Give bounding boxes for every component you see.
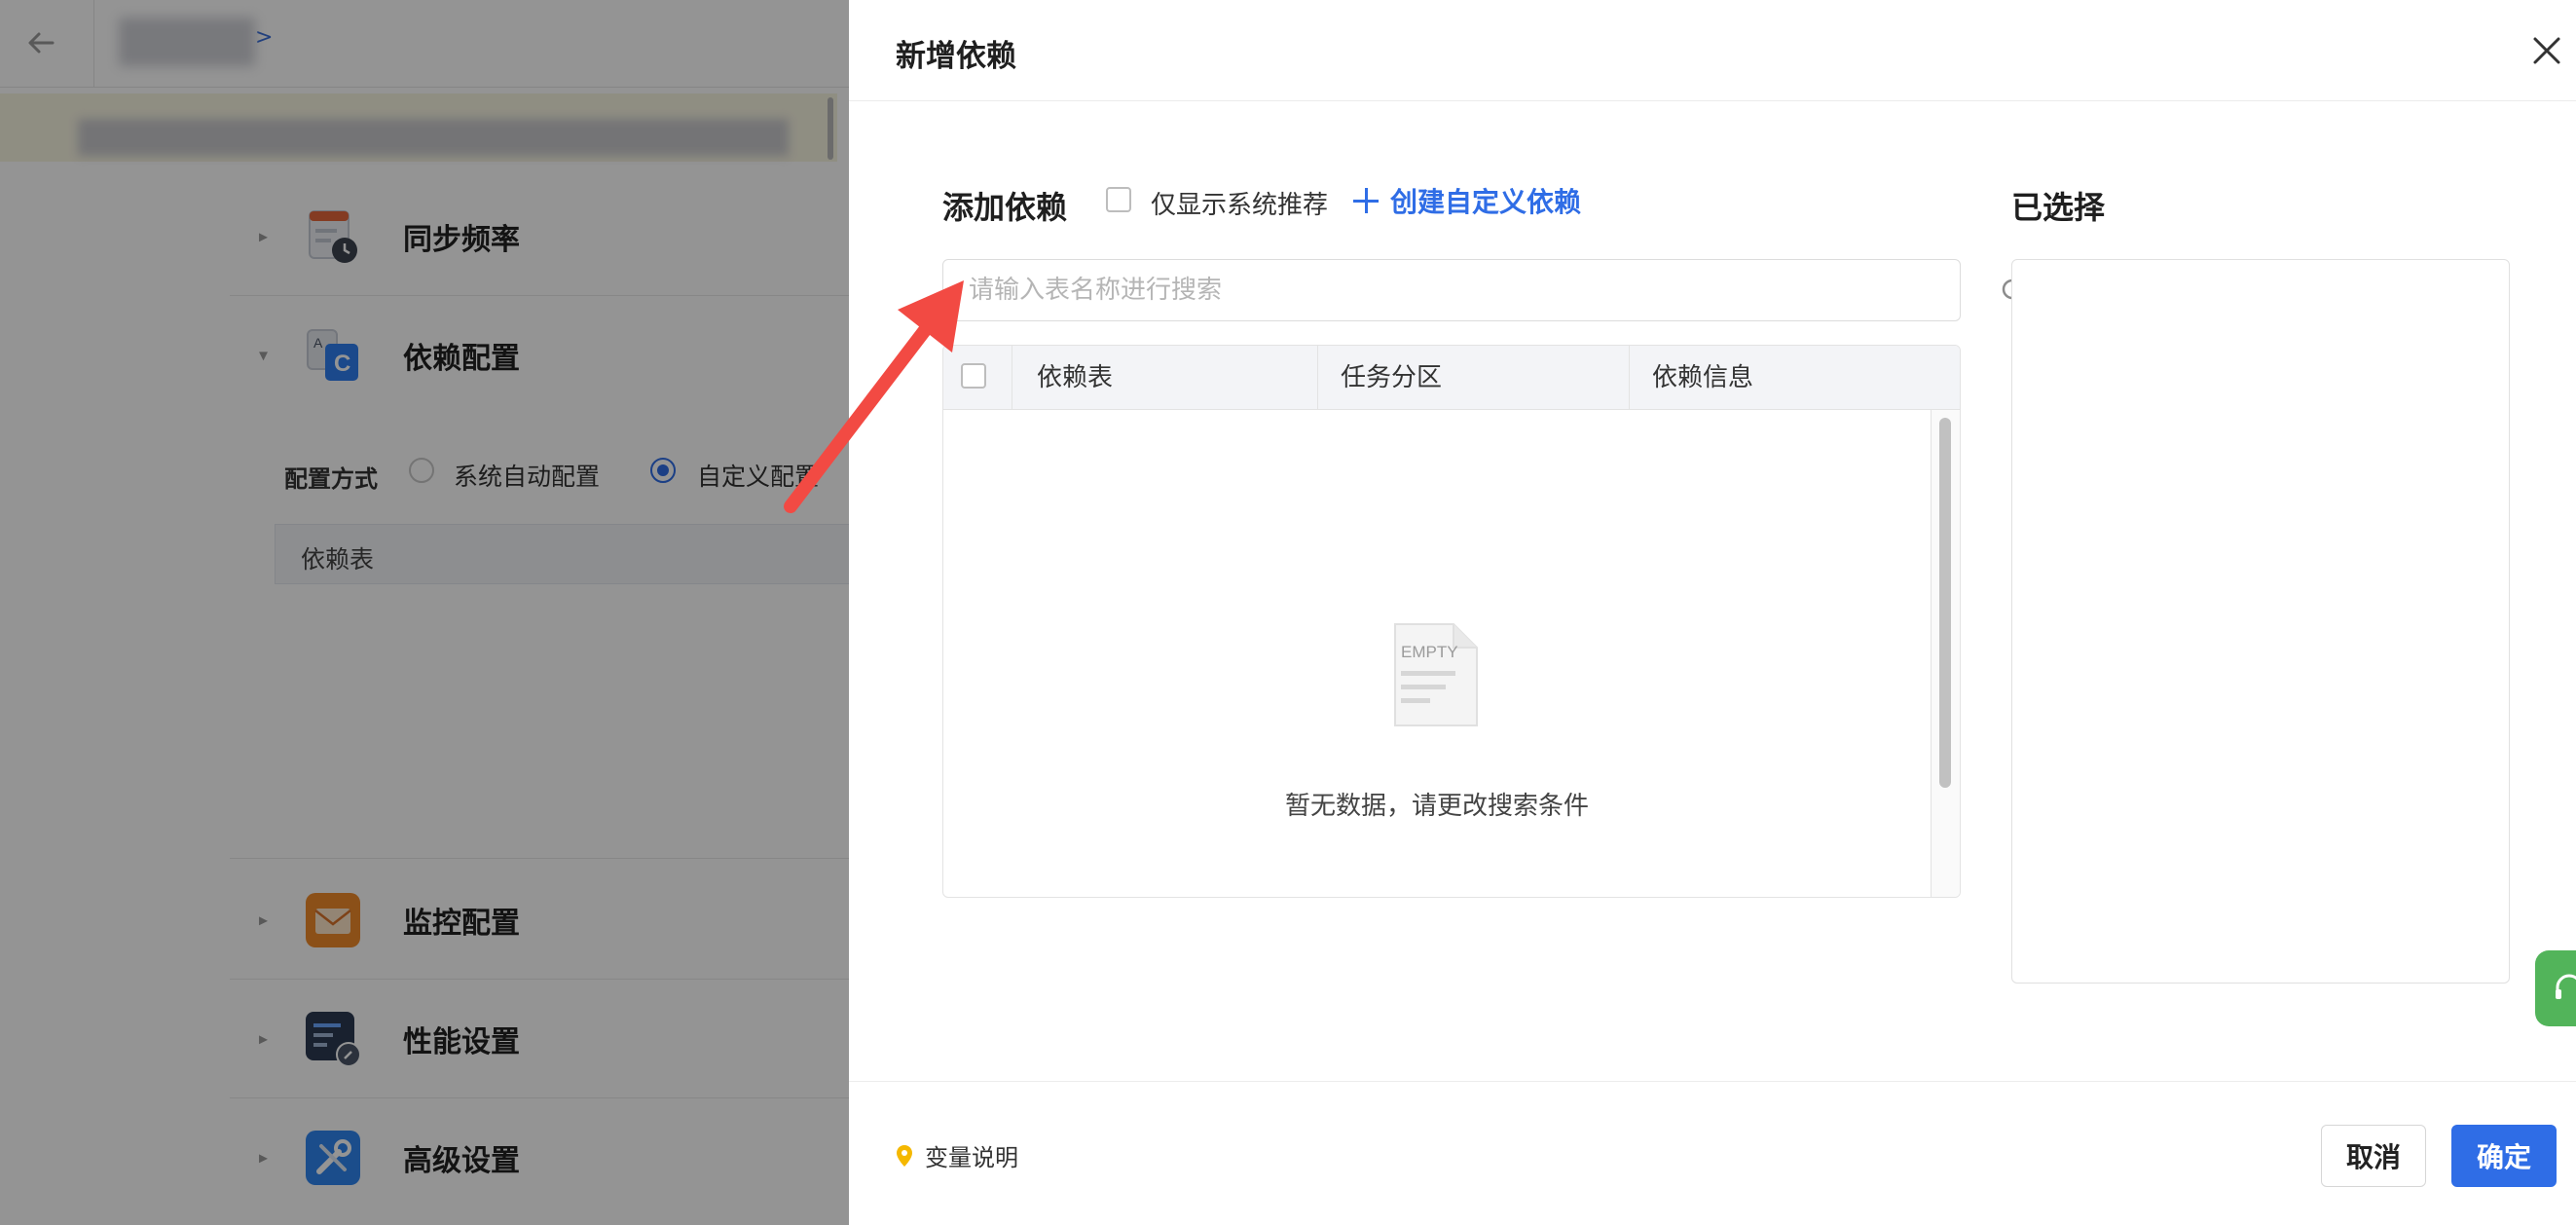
add-dependency-title: 添加依赖 (942, 189, 1068, 226)
table-header: 依赖表 任务分区 依赖信息 (943, 346, 1960, 410)
confirm-button[interactable]: 确定 (2451, 1125, 2557, 1187)
only-system-recommended-checkbox[interactable] (1106, 187, 1131, 212)
create-custom-dependency-link[interactable]: 创建自定义依赖 (1353, 181, 1581, 220)
column-dependency-table: 依赖表 (1037, 363, 1114, 392)
headset-icon (2556, 974, 2576, 999)
column-divider (1629, 346, 1630, 410)
drawer-header: 新增依赖 (849, 0, 2576, 101)
cancel-button[interactable]: 取消 (2321, 1125, 2426, 1187)
add-dependency-drawer: 新增依赖 添加依赖 仅显示系统推荐 创建自定义依赖 依赖表 任务分区 依赖信息 (849, 0, 2576, 1225)
selected-title: 已选择 (2011, 189, 2106, 226)
table-search-input[interactable] (945, 262, 1880, 318)
close-icon[interactable] (2527, 31, 2566, 70)
empty-state-text: 暂无数据，请更改搜索条件 (1284, 792, 1589, 821)
create-custom-dependency-label: 创建自定义依赖 (1390, 186, 1582, 218)
select-all-checkbox[interactable] (961, 363, 986, 389)
column-divider (1317, 346, 1318, 410)
scrollbar-thumb[interactable] (1939, 418, 1951, 788)
dependency-table: 依赖表 任务分区 依赖信息 EMPTY 暂无数据，请更改搜索条件 (942, 345, 1961, 898)
drawer-footer: 变量说明 取消 确定 (849, 1081, 2576, 1225)
selected-list (2011, 259, 2510, 984)
variable-help-label: 变量说明 (925, 1144, 1018, 1171)
table-scrollbar[interactable] (1931, 410, 1960, 897)
column-task-partition: 任务分区 (1341, 363, 1443, 392)
table-search-box (942, 259, 2029, 321)
modal-overlay[interactable] (0, 0, 849, 1225)
empty-icon-label: EMPTY (1401, 643, 1458, 661)
empty-state-icon: EMPTY (1394, 623, 1478, 726)
only-system-recommended-label[interactable]: 仅显示系统推荐 (1151, 185, 1328, 221)
location-pin-icon (897, 1144, 912, 1167)
customer-service-button[interactable] (2535, 950, 2576, 1026)
plus-icon (1353, 188, 1379, 213)
column-dependency-info: 依赖信息 (1652, 363, 1754, 392)
drawer-title: 新增依赖 (896, 39, 1016, 74)
variable-help-link[interactable]: 变量说明 (896, 1138, 1018, 1172)
